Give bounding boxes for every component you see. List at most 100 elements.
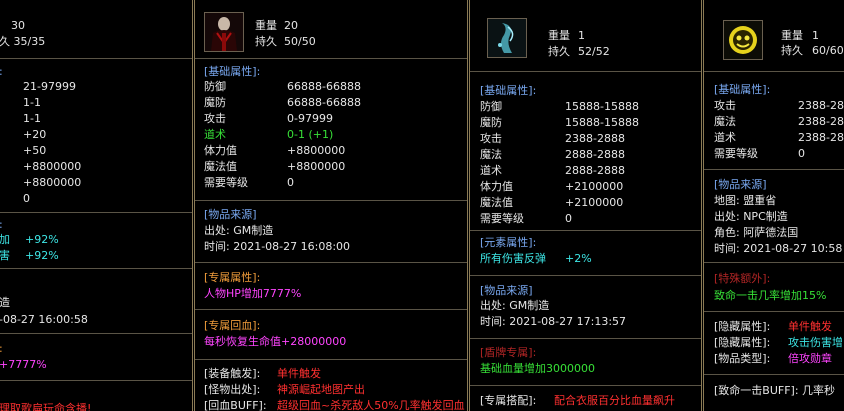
- divider: [195, 262, 467, 263]
- bottom-text: 理取歌扁玩命含播!: [0, 402, 92, 411]
- weight-value: 20: [284, 19, 298, 32]
- attr-label: 攻击: [204, 112, 226, 125]
- durability-label: 持久: [548, 45, 570, 58]
- divider: [0, 380, 192, 381]
- divider: [0, 268, 192, 269]
- source-origin: 出处: GM制造: [204, 224, 274, 237]
- divider: [195, 200, 467, 201]
- equip-trigger-label: [装备触发]:: [204, 367, 261, 380]
- attr-label: 道术: [480, 164, 502, 177]
- exclusive-attr-text: 人物HP增加7777%: [204, 287, 302, 300]
- source-role: 角色: 阿萨德法国: [714, 226, 799, 239]
- attr-value: +8800000: [23, 176, 82, 189]
- special-extra-text: 致命一击几率增加15%: [714, 289, 827, 302]
- hidden-attr-value: 攻击伤害增: [788, 336, 843, 349]
- base-attributes-header: :: [0, 65, 3, 79]
- divider: [704, 262, 844, 263]
- divider: [704, 71, 844, 72]
- attr-value: 0: [287, 176, 294, 189]
- divider: [0, 212, 192, 213]
- divider: [195, 359, 467, 360]
- element-label: 所有伤害反弹: [480, 252, 546, 265]
- shield-exclusive-text: 基础血量增加3000000: [480, 362, 595, 375]
- attr-value: 2888-2888: [565, 148, 625, 161]
- attr-value: 0: [798, 147, 805, 160]
- attr-label: 防御: [480, 100, 502, 113]
- divider: [704, 169, 844, 170]
- element-value: +2%: [565, 252, 592, 265]
- attr-value: 2388-2888: [565, 132, 625, 145]
- regen-text: 每秒恢复生命值+28000000: [204, 335, 347, 348]
- source-time: 时间: 2021-08-27 16:08:00: [204, 240, 351, 253]
- attr-value: 0-97999: [287, 112, 333, 125]
- attr-value: 66888-66888: [287, 80, 361, 93]
- exclusive-value: +7777%: [0, 358, 47, 371]
- regen-header: [专属回血]:: [204, 319, 261, 332]
- attr-label: 道术: [204, 128, 226, 141]
- hidden-attr-label: [隐藏属性]:: [714, 320, 771, 333]
- attr-label: 防御: [204, 80, 226, 93]
- attr-label: 攻击: [714, 99, 736, 112]
- shield-item-icon: [487, 18, 527, 58]
- attr-label: 魔法值: [480, 196, 513, 209]
- item-tooltip-2: 重量 20 持久 50/50 [基础属性]: 防御 66888-66888 魔防…: [194, 0, 468, 411]
- attr-value: +2100000: [565, 180, 624, 193]
- regen-buff-label: [回血BUFF]:: [204, 399, 267, 411]
- base-attributes-header: [基础属性]:: [714, 83, 771, 96]
- item-tooltip-3: 重量 1 持久 52/52 [基础属性]: 防御 15888-15888 魔防 …: [469, 0, 702, 411]
- item-tooltip-1: 30 久 35/35 : 21-97999 1-1 1-1 +20 +50 +8…: [0, 0, 193, 411]
- base-attributes-header: [基础属性]:: [480, 84, 537, 97]
- attr-value: +50: [23, 144, 47, 157]
- source-map: 地图: 盟重省: [714, 194, 777, 207]
- exclusive-attr-header: [专属属性]:: [204, 271, 261, 284]
- source-time: 时间: 2021-08-27 17:13:57: [480, 315, 627, 328]
- crit-buff-text: [致命一击BUFF]: 几率秒: [714, 384, 836, 397]
- source-text: 造: [0, 296, 10, 309]
- attr-value: 2388-288: [798, 131, 844, 144]
- weight-value: 1: [812, 29, 819, 42]
- attr-label: 道术: [714, 131, 736, 144]
- equip-trigger-value: 单件触发: [277, 367, 321, 380]
- divider: [704, 374, 844, 375]
- weight-label: 重量: [255, 19, 277, 32]
- element-header: :: [0, 218, 3, 232]
- element-value: +92%: [25, 233, 59, 246]
- divider: [470, 338, 701, 339]
- medal-item-icon: [723, 20, 763, 60]
- durability-value: 50/50: [284, 35, 316, 48]
- attr-value: 1-1: [23, 112, 41, 125]
- attr-value: 2388-288: [798, 99, 844, 112]
- element-header: [元素属性]:: [480, 236, 537, 249]
- source-time: -08-27 16:00:58: [0, 313, 88, 326]
- item-type-label: [物品类型]:: [714, 352, 771, 365]
- divider: [0, 333, 192, 334]
- match-label: [专属搭配]:: [480, 394, 537, 407]
- hidden-attr-value: 单件触发: [788, 320, 832, 333]
- divider: [0, 58, 192, 59]
- attr-value: +8800000: [287, 160, 346, 173]
- durability-value: 60/60: [812, 44, 844, 57]
- base-attributes-header: [基础属性]:: [204, 65, 261, 78]
- attr-label: 魔法: [480, 148, 502, 161]
- attr-label: 体力值: [480, 180, 513, 193]
- source-header: [物品来源]: [480, 284, 533, 297]
- attr-label: 魔防: [204, 96, 226, 109]
- attr-value: 0: [565, 212, 572, 225]
- attr-value: 15888-15888: [565, 100, 639, 113]
- attr-value: 0: [23, 192, 30, 205]
- regen-buff-value: 超级回血~杀死敌人50%几率触发回血: [277, 399, 465, 411]
- attr-value: 2388-288: [798, 115, 844, 128]
- divider: [195, 309, 467, 310]
- attr-value: 2888-2888: [565, 164, 625, 177]
- source-origin: 出处: GM制造: [480, 299, 550, 312]
- element-label: 害: [0, 249, 10, 262]
- attr-label: 魔法: [714, 115, 736, 128]
- armor-item-icon: [204, 12, 244, 52]
- durability-label: 持久: [781, 44, 803, 57]
- weight-label: 重量: [781, 29, 803, 42]
- item-tooltip-4: 重量 1 持久 60/60 [基础属性]: 攻击 2388-288 魔法 238…: [703, 0, 844, 411]
- attr-label: 体力值: [204, 144, 237, 157]
- attr-value: 21-97999: [23, 80, 76, 93]
- monster-source-value: 神源崛起地图产出: [277, 383, 365, 396]
- attr-value: +2100000: [565, 196, 624, 209]
